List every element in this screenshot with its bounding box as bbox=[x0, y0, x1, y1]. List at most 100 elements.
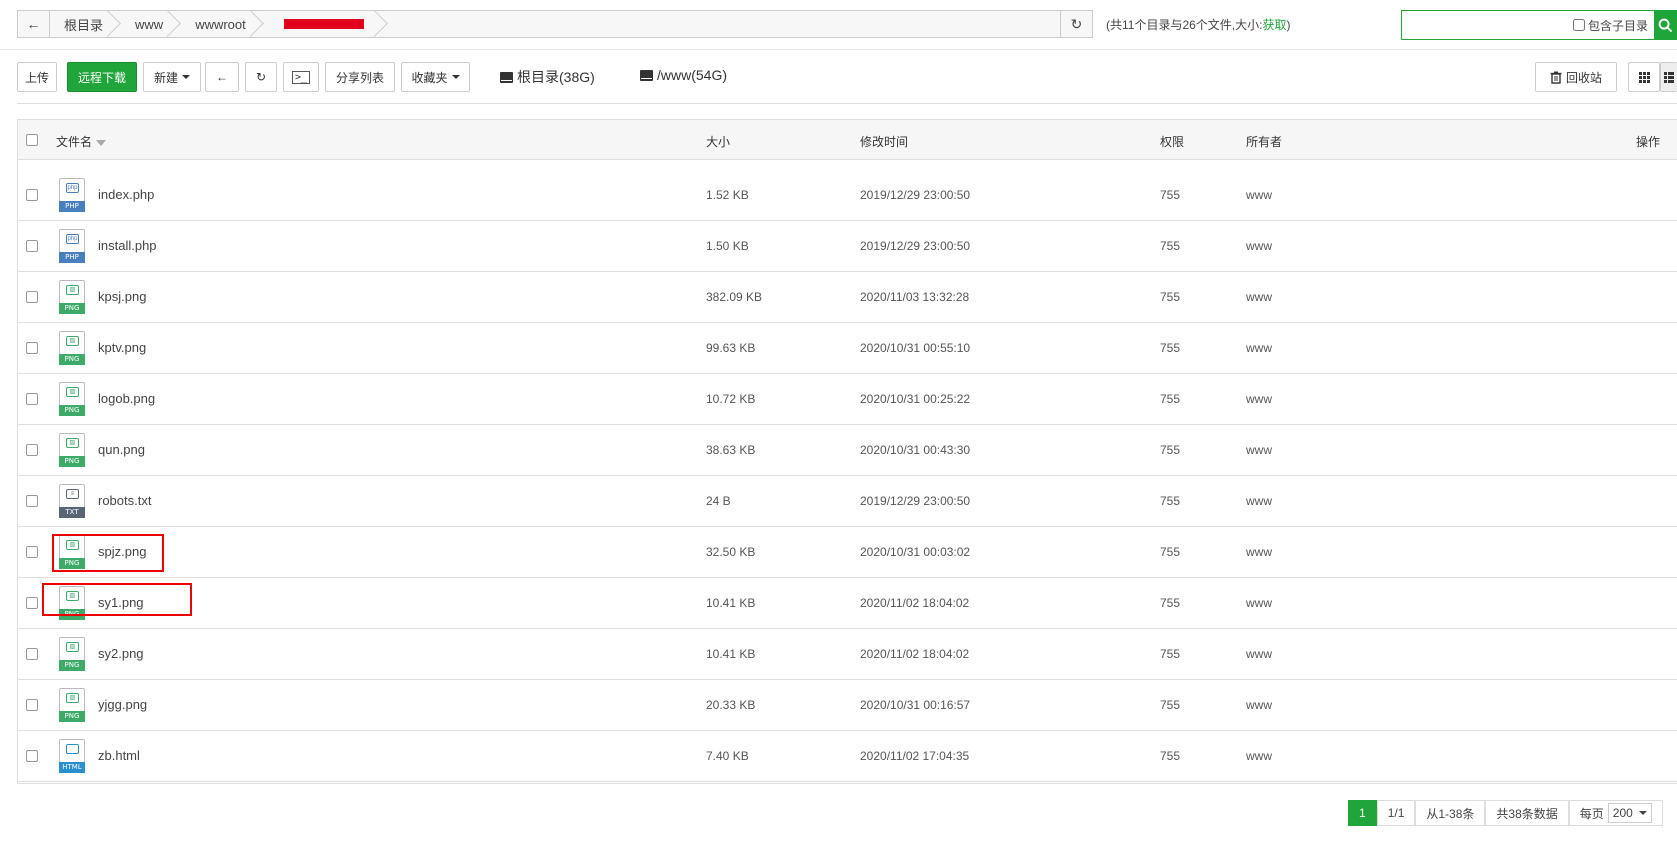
search-button[interactable] bbox=[1654, 11, 1676, 39]
file-permission[interactable]: 755 bbox=[1160, 494, 1180, 508]
file-size: 38.63 KB bbox=[706, 443, 756, 457]
file-owner[interactable]: www bbox=[1246, 545, 1272, 559]
header-mtime[interactable]: 修改时间 bbox=[860, 133, 908, 150]
file-permission[interactable]: 755 bbox=[1160, 188, 1180, 202]
file-owner[interactable]: www bbox=[1246, 698, 1272, 712]
header-size[interactable]: 大小 bbox=[706, 133, 730, 150]
row-checkbox[interactable] bbox=[26, 444, 38, 456]
header-owner[interactable]: 所有者 bbox=[1246, 133, 1282, 150]
row-checkbox[interactable] bbox=[26, 495, 38, 507]
path-refresh-button[interactable]: ↻ bbox=[1060, 11, 1092, 37]
page-1-button[interactable]: 1 bbox=[1348, 800, 1377, 826]
table-row[interactable]: ▧ PNG kpsj.png 382.09 KB 2020/11/03 13:32:28… bbox=[18, 272, 1677, 323]
file-name[interactable]: install.php bbox=[98, 238, 157, 253]
file-owner[interactable]: www bbox=[1246, 494, 1272, 508]
file-permission[interactable]: 755 bbox=[1160, 545, 1180, 559]
file-owner[interactable]: www bbox=[1246, 290, 1272, 304]
disk-root[interactable]: 根目录(38G) bbox=[500, 67, 595, 87]
file-owner[interactable]: www bbox=[1246, 341, 1272, 355]
file-glyph-icon: php bbox=[66, 183, 79, 193]
file-owner[interactable]: www bbox=[1246, 188, 1272, 202]
header-perm[interactable]: 权限 bbox=[1160, 133, 1184, 150]
select-all-checkbox[interactable] bbox=[26, 134, 38, 146]
page-count: 1/1 bbox=[1376, 800, 1416, 826]
file-name[interactable]: sy2.png bbox=[98, 646, 144, 661]
file-name[interactable]: yjgg.png bbox=[98, 697, 147, 712]
search-input[interactable] bbox=[1402, 11, 1573, 39]
file-type-badge: PNG bbox=[59, 456, 85, 467]
table-row[interactable]: ▧ PNG spjz.png 32.50 KB 2020/10/31 00:03:02 7… bbox=[18, 527, 1677, 578]
file-owner[interactable]: www bbox=[1246, 596, 1272, 610]
file-mtime: 2020/11/02 18:04:02 bbox=[860, 596, 970, 610]
table-row[interactable]: ▧ PNG sy1.png 10.41 KB 2020/11/02 18:04:02 75… bbox=[18, 578, 1677, 629]
file-name[interactable]: index.php bbox=[98, 187, 154, 202]
remote-download-button[interactable]: 远程下载 bbox=[67, 62, 137, 92]
path-back-button[interactable]: ← bbox=[18, 11, 50, 37]
file-permission[interactable]: 755 bbox=[1160, 647, 1180, 661]
file-owner[interactable]: www bbox=[1246, 392, 1272, 406]
file-name[interactable]: kptv.png bbox=[98, 340, 146, 355]
file-owner[interactable]: www bbox=[1246, 239, 1272, 253]
row-checkbox[interactable] bbox=[26, 546, 38, 558]
row-checkbox[interactable] bbox=[26, 393, 38, 405]
favorites-dropdown-button[interactable]: 收藏夹 bbox=[401, 62, 470, 92]
file-permission[interactable]: 755 bbox=[1160, 392, 1180, 406]
upload-button[interactable]: 上传 bbox=[17, 62, 57, 92]
file-permission[interactable]: 755 bbox=[1160, 698, 1180, 712]
file-owner[interactable]: www bbox=[1246, 647, 1272, 661]
recycle-bin-button[interactable]: 回收站 bbox=[1535, 62, 1617, 92]
file-name[interactable]: robots.txt bbox=[98, 493, 151, 508]
disk-www[interactable]: /www(54G) bbox=[640, 67, 727, 83]
row-checkbox[interactable] bbox=[26, 342, 38, 354]
new-dropdown-button[interactable]: 新建 bbox=[143, 62, 201, 92]
file-glyph-icon: php bbox=[66, 234, 79, 244]
back-button[interactable]: ← bbox=[205, 62, 239, 92]
table-row[interactable]: ▧ PNG qun.png 38.63 KB 2020/10/31 00:43:30 75… bbox=[18, 425, 1677, 476]
table-row[interactable]: php PHP index.php 1.52 KB 2019/12/29 23:00:5… bbox=[18, 170, 1677, 221]
table-body: php PHP index.php 1.52 KB 2019/12/29 23:00:5… bbox=[18, 170, 1677, 782]
get-size-link[interactable]: 获取 bbox=[1262, 18, 1286, 32]
refresh-button[interactable]: ↻ bbox=[245, 62, 277, 92]
file-name[interactable]: kpsj.png bbox=[98, 289, 146, 304]
file-permission[interactable]: 755 bbox=[1160, 749, 1180, 763]
include-subdir-checkbox[interactable] bbox=[1573, 19, 1585, 31]
table-row[interactable]: ▧ PNG yjgg.png 20.33 KB 2020/10/31 00:16:57 7… bbox=[18, 680, 1677, 731]
file-name[interactable]: zb.html bbox=[98, 748, 140, 763]
breadcrumb-item-wwwroot[interactable]: wwwroot bbox=[181, 11, 264, 37]
table-row[interactable]: HTML zb.html 7.40 KB 2020/11/02 17:04:35 755… bbox=[18, 731, 1677, 782]
sort-down-icon bbox=[96, 139, 107, 146]
file-permission[interactable]: 755 bbox=[1160, 239, 1180, 253]
row-checkbox[interactable] bbox=[26, 648, 38, 660]
file-type-icon: ▧ PNG bbox=[59, 688, 85, 722]
file-permission[interactable]: 755 bbox=[1160, 443, 1180, 457]
row-checkbox[interactable] bbox=[26, 699, 38, 711]
row-checkbox[interactable] bbox=[26, 597, 38, 609]
row-checkbox[interactable] bbox=[26, 750, 38, 762]
file-name[interactable]: qun.png bbox=[98, 442, 145, 457]
file-permission[interactable]: 755 bbox=[1160, 290, 1180, 304]
table-row[interactable]: ≡ TXT robots.txt 24 B 2019/12/29 23:00:50 755… bbox=[18, 476, 1677, 527]
list-view-button[interactable] bbox=[1660, 62, 1677, 92]
grid-view-button[interactable] bbox=[1628, 62, 1660, 92]
row-checkbox[interactable] bbox=[26, 291, 38, 303]
row-checkbox[interactable] bbox=[26, 189, 38, 201]
file-permission[interactable]: 755 bbox=[1160, 341, 1180, 355]
file-name[interactable]: logob.png bbox=[98, 391, 155, 406]
terminal-button[interactable]: >_ bbox=[283, 62, 319, 92]
share-list-button[interactable]: 分享列表 bbox=[325, 62, 395, 92]
include-subdir-option[interactable]: 包含子目录 bbox=[1573, 17, 1648, 34]
file-type-badge: TXT bbox=[59, 507, 85, 518]
row-checkbox[interactable] bbox=[26, 240, 38, 252]
breadcrumb-item-root[interactable]: 根目录 bbox=[50, 11, 121, 37]
table-row[interactable]: ▧ PNG kptv.png 99.63 KB 2020/10/31 00:55:10 7… bbox=[18, 323, 1677, 374]
table-row[interactable]: ▧ PNG logob.png 10.72 KB 2020/10/31 00:25:22… bbox=[18, 374, 1677, 425]
file-owner[interactable]: www bbox=[1246, 749, 1272, 763]
breadcrumb-item-redacted[interactable] bbox=[264, 11, 388, 37]
header-name[interactable]: 文件名 bbox=[56, 133, 107, 150]
per-page-select[interactable]: 200 bbox=[1607, 803, 1652, 823]
breadcrumb-item-www[interactable]: www bbox=[121, 11, 181, 37]
table-row[interactable]: ▧ PNG sy2.png 10.41 KB 2020/11/02 18:04:02 75… bbox=[18, 629, 1677, 680]
table-row[interactable]: php PHP install.php 1.50 KB 2019/12/29 23:00… bbox=[18, 221, 1677, 272]
file-owner[interactable]: www bbox=[1246, 443, 1272, 457]
file-permission[interactable]: 755 bbox=[1160, 596, 1180, 610]
